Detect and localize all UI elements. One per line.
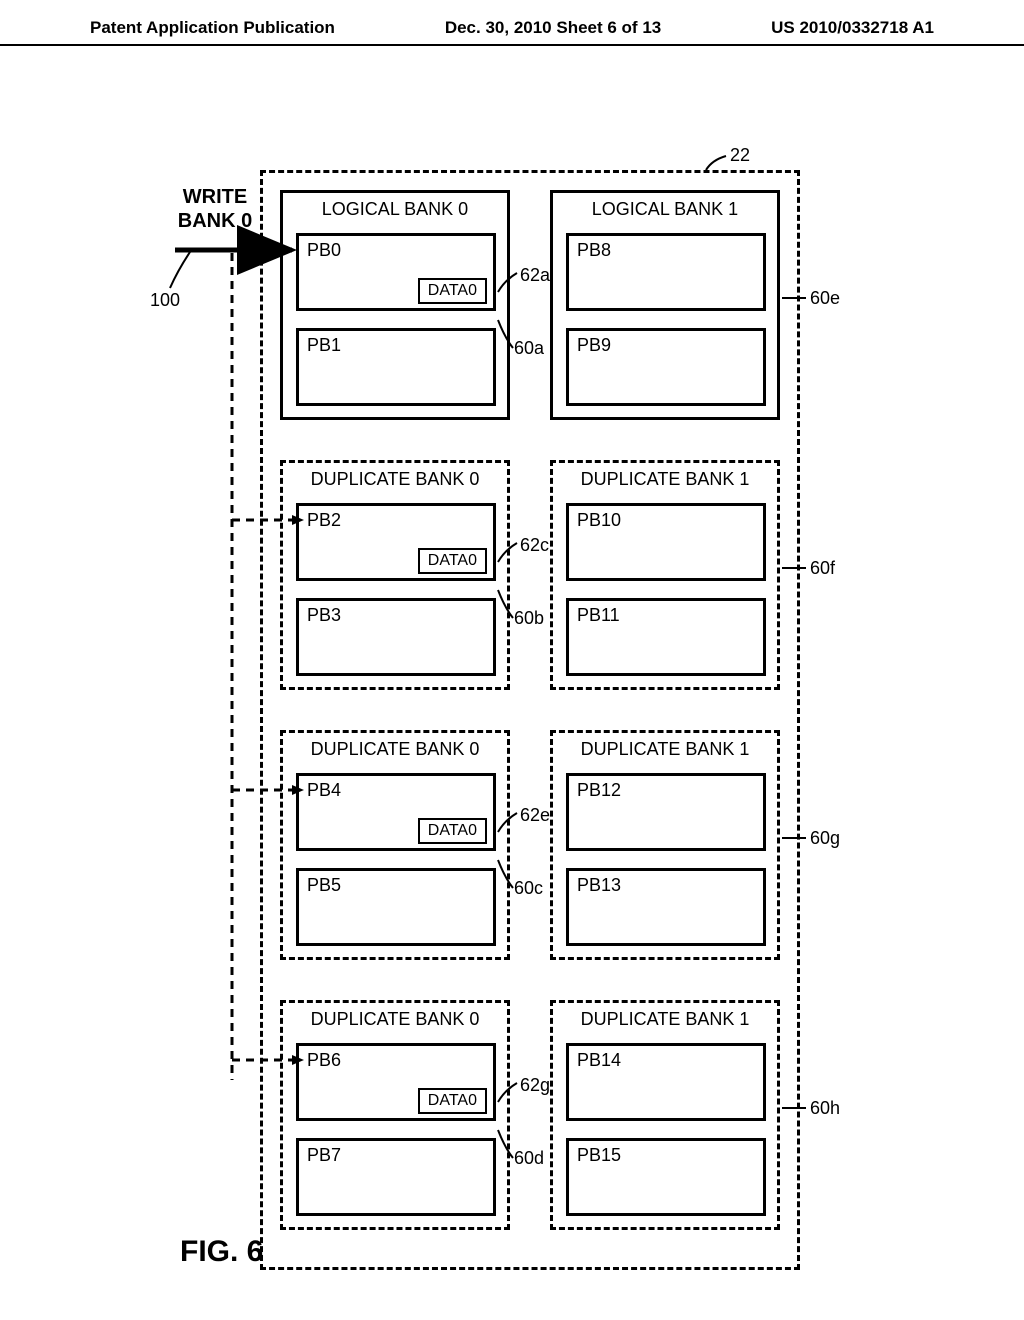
- pb-label: PB13: [577, 875, 621, 896]
- duplicate-bank-1-a: DUPLICATE BANK 1 PB10 PB11: [550, 460, 780, 690]
- pb7: PB7: [296, 1138, 496, 1216]
- pb-label: PB12: [577, 780, 621, 801]
- ref-60h: 60h: [810, 1098, 840, 1119]
- pb-label: PB7: [307, 1145, 341, 1166]
- bank-title: LOGICAL BANK 0: [283, 199, 507, 220]
- bank-title: DUPLICATE BANK 1: [553, 469, 777, 490]
- pb6: PB6 DATA0: [296, 1043, 496, 1121]
- ref-62e: 62e: [520, 805, 550, 826]
- ref-62g: 62g: [520, 1075, 550, 1096]
- bank-title: DUPLICATE BANK 0: [283, 469, 507, 490]
- pb2: PB2 DATA0: [296, 503, 496, 581]
- write-bank-label: WRITEBANK 0: [170, 185, 260, 233]
- bank-title: DUPLICATE BANK 0: [283, 1009, 507, 1030]
- duplicate-bank-0-c: DUPLICATE BANK 0 PB6 DATA0 PB7: [280, 1000, 510, 1230]
- pb4: PB4 DATA0: [296, 773, 496, 851]
- figure-label: FIG. 6: [180, 1235, 263, 1269]
- duplicate-bank-0-b: DUPLICATE BANK 0 PB4 DATA0 PB5: [280, 730, 510, 960]
- pb-label: PB1: [307, 335, 341, 356]
- ref-60g: 60g: [810, 828, 840, 849]
- bank-title: DUPLICATE BANK 1: [553, 739, 777, 760]
- pb15: PB15: [566, 1138, 766, 1216]
- figure-stage: WRITEBANK 0 LOGICAL BANK 0 PB0 DATA0 PB1…: [0, 70, 1024, 1300]
- pb8: PB8: [566, 233, 766, 311]
- pb1: PB1: [296, 328, 496, 406]
- pb-label: PB6: [307, 1050, 341, 1071]
- duplicate-bank-1-c: DUPLICATE BANK 1 PB14 PB15: [550, 1000, 780, 1230]
- bank-title: DUPLICATE BANK 1: [553, 1009, 777, 1030]
- ref-62a: 62a: [520, 265, 550, 286]
- duplicate-bank-0-a: DUPLICATE BANK 0 PB2 DATA0 PB3: [280, 460, 510, 690]
- pb-label: PB4: [307, 780, 341, 801]
- pb-label: PB10: [577, 510, 621, 531]
- page-header: Patent Application Publication Dec. 30, …: [0, 0, 1024, 46]
- pb13: PB13: [566, 868, 766, 946]
- bank-title: LOGICAL BANK 1: [553, 199, 777, 220]
- pb14: PB14: [566, 1043, 766, 1121]
- ref-60f: 60f: [810, 558, 835, 579]
- logical-bank-1: LOGICAL BANK 1 PB8 PB9: [550, 190, 780, 420]
- pb10: PB10: [566, 503, 766, 581]
- logical-bank-0: LOGICAL BANK 0 PB0 DATA0 PB1: [280, 190, 510, 420]
- ref-100: 100: [150, 290, 180, 311]
- ref-60d: 60d: [514, 1148, 544, 1169]
- data0-box: DATA0: [418, 1088, 487, 1114]
- pb-label: PB2: [307, 510, 341, 531]
- pb-label: PB14: [577, 1050, 621, 1071]
- bank-title: DUPLICATE BANK 0: [283, 739, 507, 760]
- pb-label: PB11: [577, 605, 620, 626]
- header-center: Dec. 30, 2010 Sheet 6 of 13: [445, 18, 661, 38]
- pb-label: PB8: [577, 240, 611, 261]
- header-left: Patent Application Publication: [90, 18, 335, 38]
- ref-60b: 60b: [514, 608, 544, 629]
- pb-label: PB5: [307, 875, 341, 896]
- pb5: PB5: [296, 868, 496, 946]
- pb12: PB12: [566, 773, 766, 851]
- pb-label: PB15: [577, 1145, 621, 1166]
- pb-label: PB3: [307, 605, 341, 626]
- data0-box: DATA0: [418, 818, 487, 844]
- pb3: PB3: [296, 598, 496, 676]
- pb9: PB9: [566, 328, 766, 406]
- ref-60e: 60e: [810, 288, 840, 309]
- duplicate-bank-1-b: DUPLICATE BANK 1 PB12 PB13: [550, 730, 780, 960]
- data0-box: DATA0: [418, 548, 487, 574]
- ref-60a: 60a: [514, 338, 544, 359]
- pb0: PB0 DATA0: [296, 233, 496, 311]
- header-right: US 2010/0332718 A1: [771, 18, 934, 38]
- ref-22: 22: [730, 145, 750, 166]
- pb11: PB11: [566, 598, 766, 676]
- data0-box: DATA0: [418, 278, 487, 304]
- pb-label: PB9: [577, 335, 611, 356]
- pb-label: PB0: [307, 240, 341, 261]
- ref-62c: 62c: [520, 535, 549, 556]
- ref-60c: 60c: [514, 878, 543, 899]
